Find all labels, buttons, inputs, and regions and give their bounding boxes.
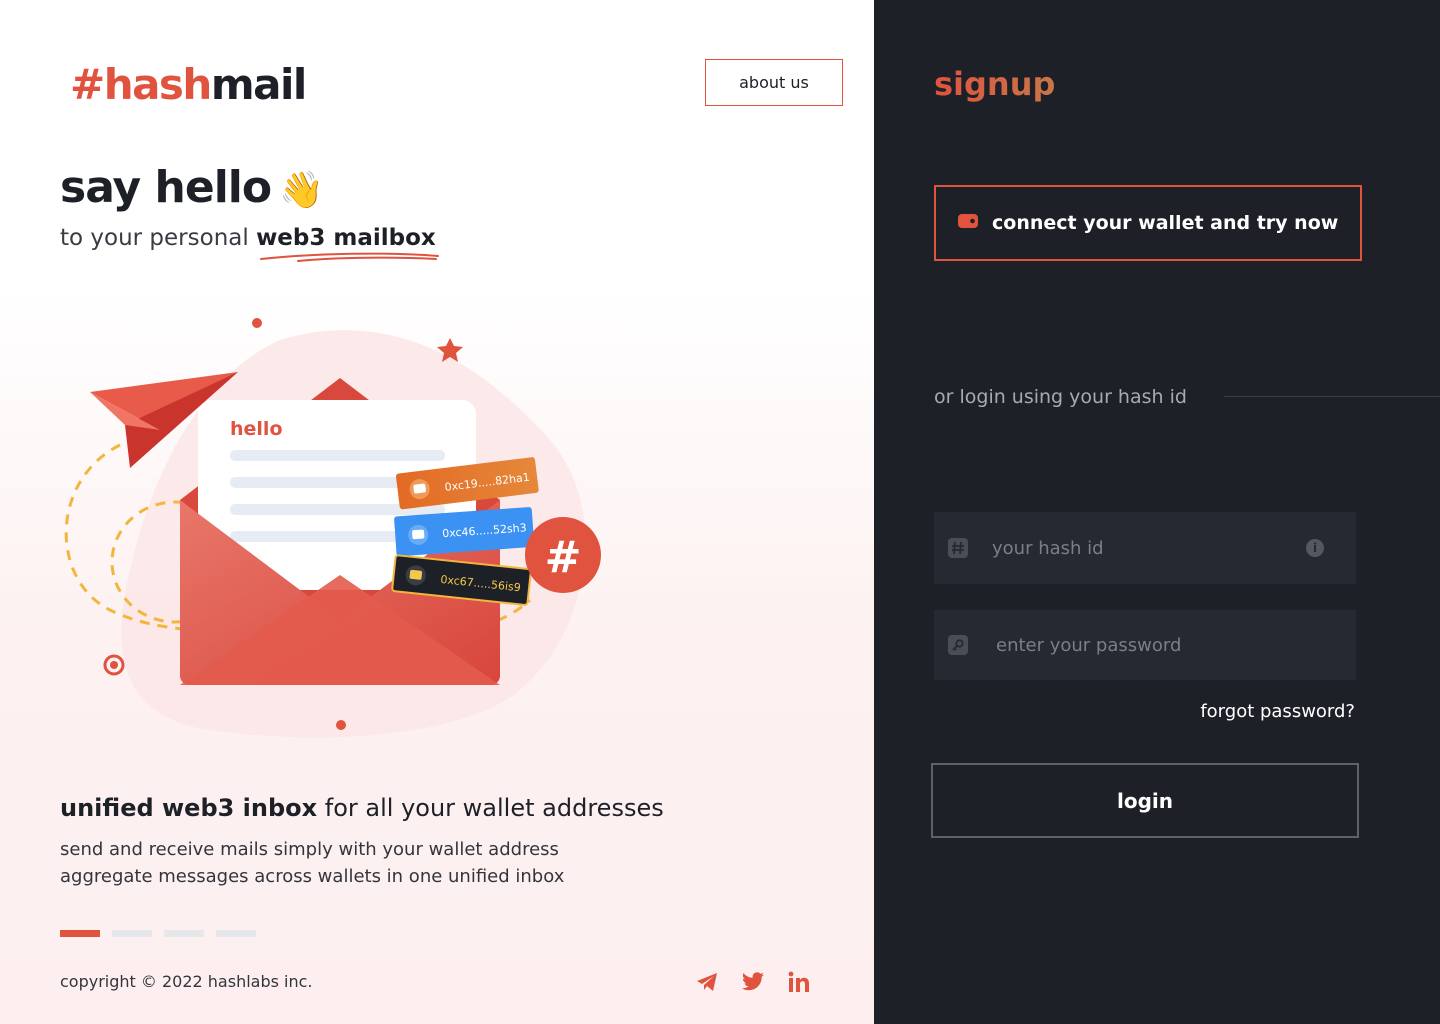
carousel-dot[interactable] <box>112 930 152 937</box>
about-us-button[interactable]: about us <box>705 59 843 106</box>
linkedin-icon[interactable] <box>787 970 811 994</box>
hero-title: say hello 👋 <box>60 162 324 213</box>
divider <box>1224 396 1440 397</box>
decor-dot <box>252 318 262 328</box>
mailbox-illustration: hello 0xc19.....82ha1 0xc46.....52sh3 0x… <box>64 318 601 738</box>
hash-id-field[interactable]: i <box>934 512 1356 584</box>
or-login-text: or login using your hash id <box>934 386 1187 408</box>
wallet-icon <box>958 212 978 234</box>
password-input[interactable] <box>994 633 1356 657</box>
password-field[interactable] <box>934 610 1356 680</box>
login-button[interactable]: login <box>931 763 1359 838</box>
hashmail-logo[interactable]: #hashmail <box>70 58 307 112</box>
left-panel: #hashmail about us say hello 👋 to your pe… <box>0 0 874 1024</box>
feature-title: unified web3 inbox for all your wallet a… <box>60 794 664 822</box>
hash-icon <box>948 538 968 558</box>
feature-description: send and receive mails simply with your … <box>60 839 565 887</box>
copyright-text: copyright © 2022 hashlabs inc. <box>60 972 313 991</box>
hash-id-input[interactable] <box>990 536 1306 560</box>
carousel-dot[interactable] <box>216 930 256 937</box>
carousel-dot[interactable] <box>164 930 204 937</box>
waving-hand-icon: 👋 <box>279 170 324 211</box>
carousel-indicators <box>60 930 256 937</box>
connect-wallet-label: connect your wallet and try now <box>992 212 1339 234</box>
decor-dot <box>336 720 346 730</box>
carousel-dot[interactable] <box>60 930 100 937</box>
info-icon[interactable]: i <box>1306 539 1324 557</box>
connect-wallet-button[interactable]: connect your wallet and try now <box>934 185 1362 261</box>
signup-title: signup <box>934 62 1055 106</box>
telegram-icon[interactable] <box>695 970 719 994</box>
social-links <box>695 970 811 994</box>
underline-squiggle <box>260 252 439 262</box>
key-icon <box>948 635 968 655</box>
twitter-icon[interactable] <box>741 970 765 994</box>
svg-text:#: # <box>545 532 582 583</box>
mail-greeting: hello <box>230 418 283 440</box>
forgot-password-link[interactable]: forgot password? <box>1200 698 1355 726</box>
hero-highlight: web3 mailbox <box>256 225 436 251</box>
